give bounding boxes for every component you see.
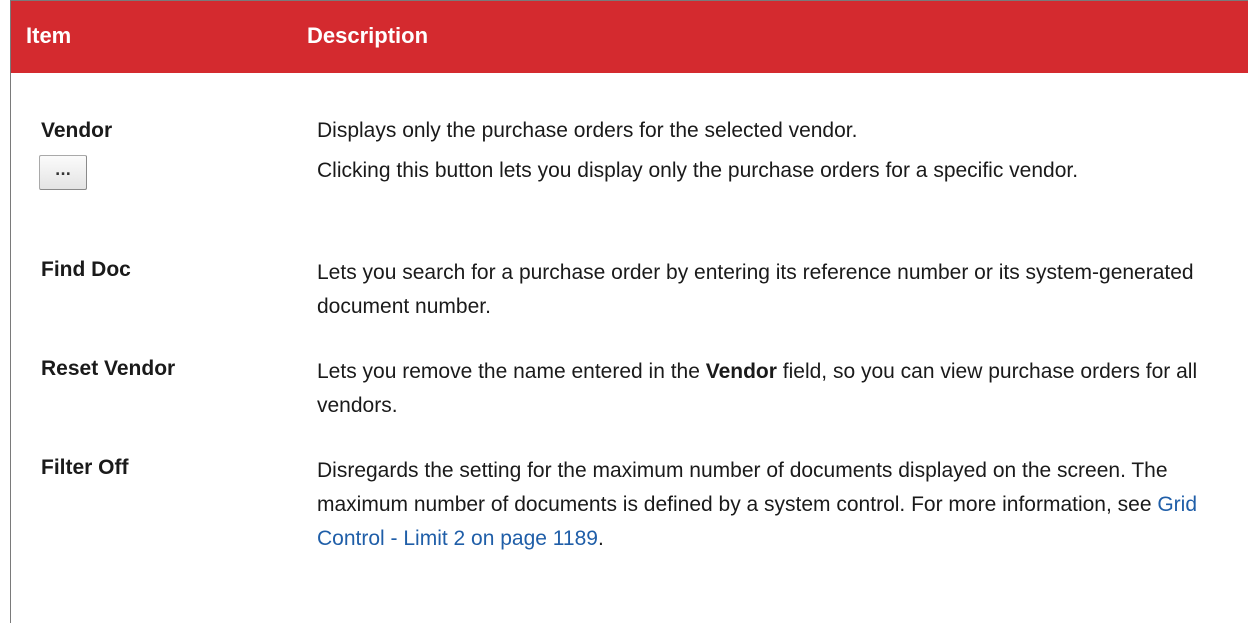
description-filter-off-text-1: Disregards the setting for the maximum n…	[317, 459, 1168, 516]
item-label-vendor: Vendor	[41, 119, 113, 142]
column-header-description: Description	[307, 23, 429, 48]
table-header-row: Item Description	[11, 1, 1248, 73]
description-filter-off: Disregards the setting for the maximum n…	[317, 454, 1217, 556]
item-label-reset-vendor: Reset Vendor	[41, 357, 176, 380]
item-description-table: Item Description Vendor Displays only th…	[10, 0, 1248, 623]
description-reset-vendor-bold: Vendor	[705, 360, 777, 383]
description-browse-button: Clicking this button lets you display on…	[317, 159, 1079, 182]
description-vendor: Displays only the purchase orders for th…	[317, 119, 858, 142]
item-label-filter-off: Filter Off	[41, 456, 129, 479]
column-header-item: Item	[26, 23, 72, 48]
description-find-doc: Lets you search for a purchase order by …	[317, 261, 1194, 318]
description-filter-off-text-2: .	[597, 527, 604, 550]
item-label-find-doc: Find Doc	[41, 258, 131, 281]
description-reset-vendor: Lets you remove the name entered in the …	[317, 355, 1217, 423]
description-reset-vendor-text-1: Lets you remove the name entered in the	[317, 360, 706, 383]
vendor-browse-button[interactable]: ...	[39, 155, 87, 190]
